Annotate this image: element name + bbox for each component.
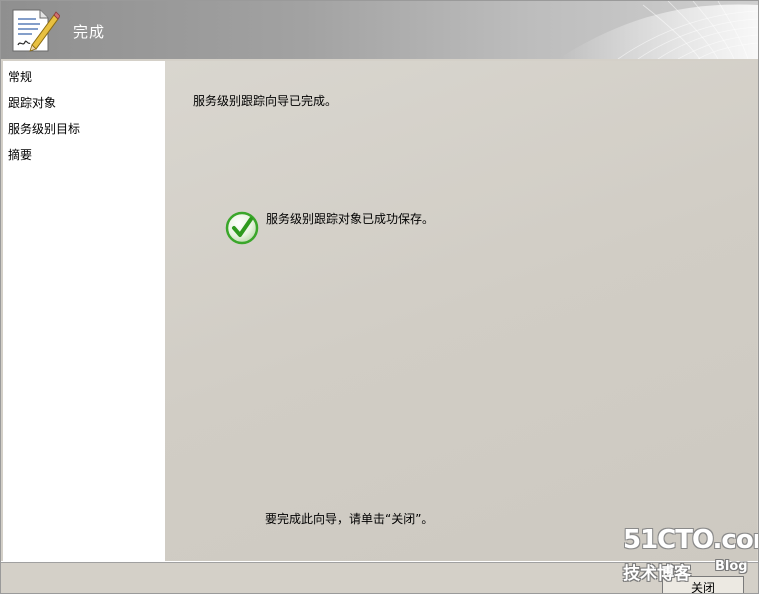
header-decoration (558, 1, 758, 59)
checkmark-circle-icon (225, 211, 259, 245)
sidebar-item-summary[interactable]: 摘要 (8, 146, 32, 163)
wizard-content: 服务级别跟踪向导已完成。 服务级别跟踪对象已成功保存。 要完成此向导，请单击“关… (165, 61, 757, 561)
success-message: 服务级别跟踪对象已成功保存。 (266, 212, 435, 226)
wizard-window: 完成 常规 跟踪对象 服务级别目标 摘要 服务级别跟踪向导已完成。 服务级别跟踪… (0, 0, 759, 594)
page-title: 完成 (73, 23, 106, 41)
wizard-header: 完成 (1, 1, 758, 59)
close-button[interactable]: 关闭 (662, 576, 744, 593)
wizard-sidebar: 常规 跟踪对象 服务级别目标 摘要 (3, 61, 165, 561)
document-pencil-icon (10, 7, 61, 53)
sidebar-item-service-level-objectives[interactable]: 服务级别目标 (8, 120, 80, 137)
completion-intro-text: 服务级别跟踪向导已完成。 (193, 94, 338, 108)
sidebar-item-general[interactable]: 常规 (8, 68, 32, 85)
wizard-footer (1, 561, 758, 593)
sidebar-item-tracked-objects[interactable]: 跟踪对象 (8, 94, 56, 111)
instruction-text: 要完成此向导，请单击“关闭”。 (265, 512, 434, 526)
